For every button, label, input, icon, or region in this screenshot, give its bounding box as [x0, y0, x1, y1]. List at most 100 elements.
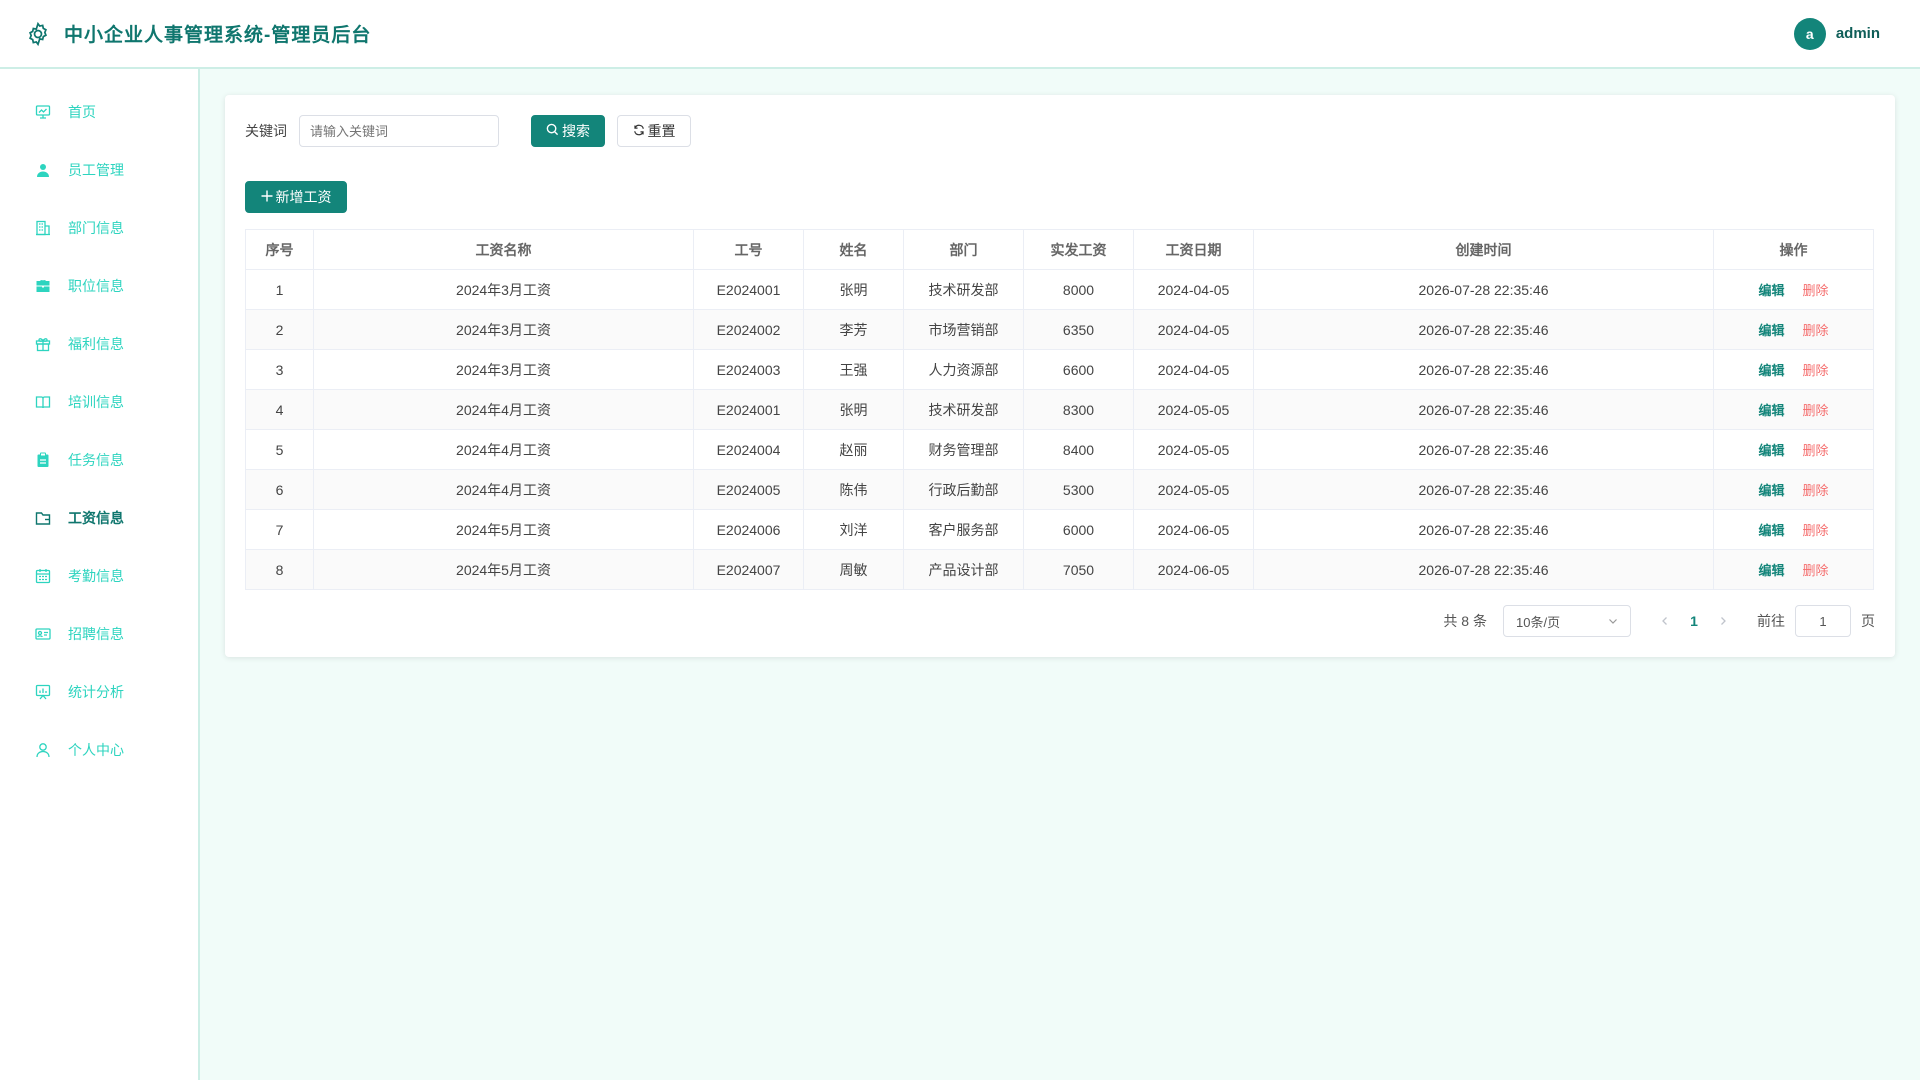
- clipboard-icon: [34, 451, 52, 469]
- sidebar-item-label: 职位信息: [68, 278, 124, 294]
- table-cell: E2024007: [693, 549, 804, 590]
- delete-button[interactable]: 删除: [1803, 363, 1829, 378]
- chevron-left-icon: [1662, 617, 1667, 625]
- edit-button[interactable]: 编辑: [1758, 523, 1784, 538]
- sidebar-item-profile[interactable]: 个人中心: [0, 721, 198, 779]
- app-title: 中小企业人事管理系统-管理员后台: [64, 25, 372, 46]
- page-number[interactable]: 1: [1677, 613, 1711, 629]
- goto-label: 前往: [1757, 613, 1785, 629]
- edit-button[interactable]: 编辑: [1758, 443, 1784, 458]
- actions-cell: 编辑 删除: [1713, 469, 1874, 510]
- table-row: 3 2024年3月工资 E2024003 王强 人力资源部 6600 2024-04-05 2…: [245, 349, 1874, 390]
- plus-icon: [261, 189, 273, 205]
- search-button[interactable]: 搜索: [531, 115, 605, 147]
- delete-button[interactable]: 删除: [1803, 403, 1829, 418]
- sidebar-item-attendance[interactable]: 考勤信息: [0, 547, 198, 605]
- page-size-select[interactable]: 10条/页: [1503, 605, 1631, 637]
- table-cell: 7050: [1023, 549, 1134, 590]
- table-cell: 李芳: [803, 309, 904, 350]
- table-row: 1 2024年3月工资 E2024001 张明 技术研发部 8000 2024-04-05 2…: [245, 269, 1874, 310]
- column-header: 序号: [245, 229, 314, 270]
- chart-icon: [34, 683, 52, 701]
- table-cell: 2024-06-05: [1133, 549, 1254, 590]
- table-cell: 2024-04-05: [1133, 349, 1254, 390]
- column-header: 工号: [693, 229, 804, 270]
- briefcase-icon: [34, 277, 52, 295]
- book-icon: [34, 393, 52, 411]
- actions-cell: 编辑 删除: [1713, 269, 1874, 310]
- table-cell: 7: [245, 509, 314, 550]
- table-cell: 技术研发部: [903, 389, 1024, 430]
- table-cell: 2: [245, 309, 314, 350]
- keyword-input[interactable]: [299, 115, 499, 147]
- table-cell: 2024年4月工资: [313, 389, 694, 430]
- table-cell: 2026-07-28 22:35:46: [1253, 309, 1714, 350]
- delete-button[interactable]: 删除: [1803, 523, 1829, 538]
- sidebar-item-employees[interactable]: 员工管理: [0, 141, 198, 199]
- avatar[interactable]: a: [1793, 17, 1826, 50]
- username[interactable]: admin: [1836, 25, 1880, 42]
- table-cell: 5: [245, 429, 314, 470]
- table-cell: 8400: [1023, 429, 1134, 470]
- sidebar-item-recruitment[interactable]: 招聘信息: [0, 605, 198, 663]
- chevron-down-icon: [1608, 614, 1618, 629]
- table-row: 8 2024年5月工资 E2024007 周敏 产品设计部 7050 2024-06-05 2…: [245, 549, 1874, 590]
- page-size-value: 10条/页: [1516, 614, 1561, 630]
- table-cell: 8300: [1023, 389, 1134, 430]
- delete-button[interactable]: 删除: [1803, 483, 1829, 498]
- add-salary-label: 新增工资: [275, 189, 332, 205]
- delete-button[interactable]: 删除: [1803, 323, 1829, 338]
- sidebar: 首页 员工管理 部门信息 职位信息 福利信息 培训信息 任务信息 工资信息 考勤…: [0, 69, 200, 1080]
- sidebar-item-departments[interactable]: 部门信息: [0, 199, 198, 257]
- edit-button[interactable]: 编辑: [1758, 283, 1784, 298]
- table-cell: 市场营销部: [903, 309, 1024, 350]
- building-icon: [34, 219, 52, 237]
- table-cell: 王强: [803, 349, 904, 390]
- table-cell: 6: [245, 469, 314, 510]
- actions-cell: 编辑 删除: [1713, 429, 1874, 470]
- column-header: 部门: [903, 229, 1024, 270]
- sidebar-item-training[interactable]: 培训信息: [0, 373, 198, 431]
- table-cell: 人力资源部: [903, 349, 1024, 390]
- search-icon: [546, 123, 559, 139]
- table-cell: 8: [245, 549, 314, 590]
- delete-button[interactable]: 删除: [1803, 443, 1829, 458]
- delete-button[interactable]: 删除: [1803, 563, 1829, 578]
- dashboard-icon: [34, 103, 52, 121]
- table-row: 2 2024年3月工资 E2024002 李芳 市场营销部 6350 2024-04-05 2…: [245, 309, 1874, 350]
- table-cell: 2026-07-28 22:35:46: [1253, 509, 1714, 550]
- table-cell: 4: [245, 389, 314, 430]
- table-cell: 2024年5月工资: [313, 509, 694, 550]
- edit-button[interactable]: 编辑: [1758, 363, 1784, 378]
- column-header: 操作: [1713, 229, 1874, 270]
- sidebar-item-salary[interactable]: 工资信息: [0, 489, 198, 547]
- sidebar-item-home[interactable]: 首页: [0, 83, 198, 141]
- edit-button[interactable]: 编辑: [1758, 403, 1784, 418]
- table-cell: E2024002: [693, 309, 804, 350]
- sidebar-item-positions[interactable]: 职位信息: [0, 257, 198, 315]
- person-icon: [34, 741, 52, 759]
- table-cell: 2024年3月工资: [313, 309, 694, 350]
- sidebar-item-label: 首页: [68, 104, 96, 120]
- edit-button[interactable]: 编辑: [1758, 563, 1784, 578]
- table-row: 5 2024年4月工资 E2024004 赵丽 财务管理部 8400 2024-05-05 2…: [245, 429, 1874, 470]
- reset-button[interactable]: 重置: [617, 115, 691, 147]
- edit-button[interactable]: 编辑: [1758, 483, 1784, 498]
- sidebar-item-tasks[interactable]: 任务信息: [0, 431, 198, 489]
- total-count: 共 8 条: [1443, 613, 1487, 629]
- table-cell: 2024年3月工资: [313, 349, 694, 390]
- sidebar-item-benefits[interactable]: 福利信息: [0, 315, 198, 373]
- pagination: 共 8 条 10条/页 1 前往 页: [1443, 605, 1875, 637]
- gear-icon: [24, 20, 52, 48]
- prev-page-button[interactable]: [1653, 613, 1677, 629]
- next-page-button[interactable]: [1711, 613, 1735, 629]
- add-salary-button[interactable]: 新增工资: [245, 181, 347, 213]
- edit-button[interactable]: 编辑: [1758, 323, 1784, 338]
- table-cell: 3: [245, 349, 314, 390]
- goto-page-input[interactable]: [1795, 605, 1851, 637]
- salary-panel: 关键词 搜索 重置 新增工资 序号 工资名称: [225, 95, 1895, 657]
- delete-button[interactable]: 删除: [1803, 283, 1829, 298]
- sidebar-item-label: 福利信息: [68, 336, 124, 352]
- sidebar-item-statistics[interactable]: 统计分析: [0, 663, 198, 721]
- user-menu[interactable]: a admin: [1793, 17, 1880, 50]
